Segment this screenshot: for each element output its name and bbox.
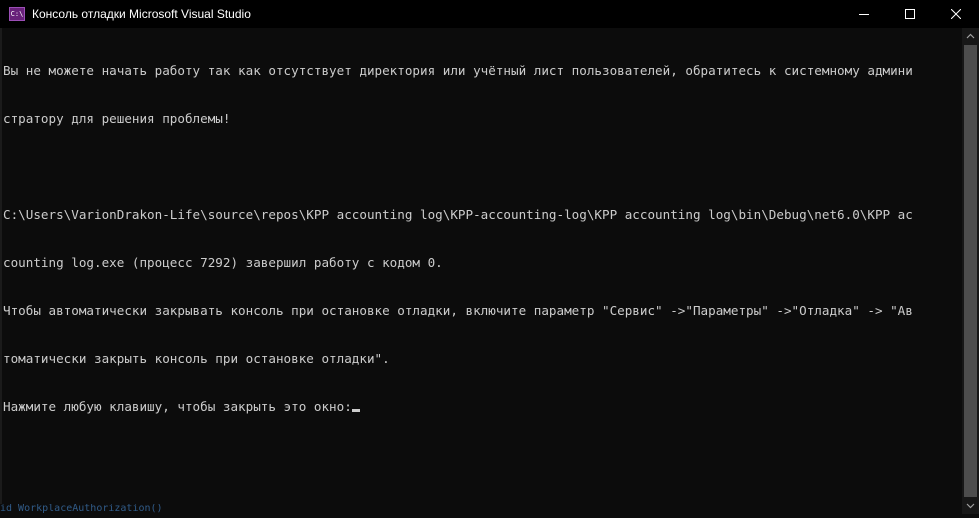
window-title: Консоль отладки Microsoft Visual Studio xyxy=(32,7,251,21)
console-line: counting log.exe (процесс 7292) завершил… xyxy=(3,255,443,270)
console-line: стратору для решения проблемы! xyxy=(3,111,231,126)
console-app-icon: C:\ xyxy=(9,7,25,21)
console-line: Вы не можете начать работу так как отсут… xyxy=(3,63,913,78)
console-line: томатически закрыть консоль при остановк… xyxy=(3,351,390,366)
console-prompt-line: Нажмите любую клавишу, чтобы закрыть это… xyxy=(3,399,962,415)
minimize-icon xyxy=(859,14,869,15)
scroll-up-button[interactable] xyxy=(962,28,979,45)
text-cursor xyxy=(351,409,360,412)
background-editor-code: id WorkplaceAuthorization() xyxy=(0,504,163,514)
scrollbar-thumb[interactable] xyxy=(964,45,977,497)
chevron-up-icon xyxy=(966,33,975,39)
console-line: C:\Users\VarionDrakon-Life\source\repos\… xyxy=(3,207,913,222)
close-button[interactable] xyxy=(933,0,979,28)
close-icon xyxy=(951,9,961,19)
console-line: Чтобы автоматически закрывать консоль пр… xyxy=(3,303,913,318)
chevron-down-icon xyxy=(966,503,975,509)
minimize-button[interactable] xyxy=(841,0,887,28)
maximize-button[interactable] xyxy=(887,0,933,28)
console-output[interactable]: Вы не можете начать работу так как отсут… xyxy=(0,28,962,514)
console-prompt: Нажмите любую клавишу, чтобы закрыть это… xyxy=(3,399,352,414)
debug-console-window: C:\ Консоль отладки Microsoft Visual Stu… xyxy=(0,0,979,514)
vertical-scrollbar[interactable] xyxy=(962,28,979,514)
maximize-icon xyxy=(905,9,915,19)
scroll-down-button[interactable] xyxy=(962,497,979,514)
title-bar[interactable]: C:\ Консоль отладки Microsoft Visual Stu… xyxy=(0,0,979,28)
